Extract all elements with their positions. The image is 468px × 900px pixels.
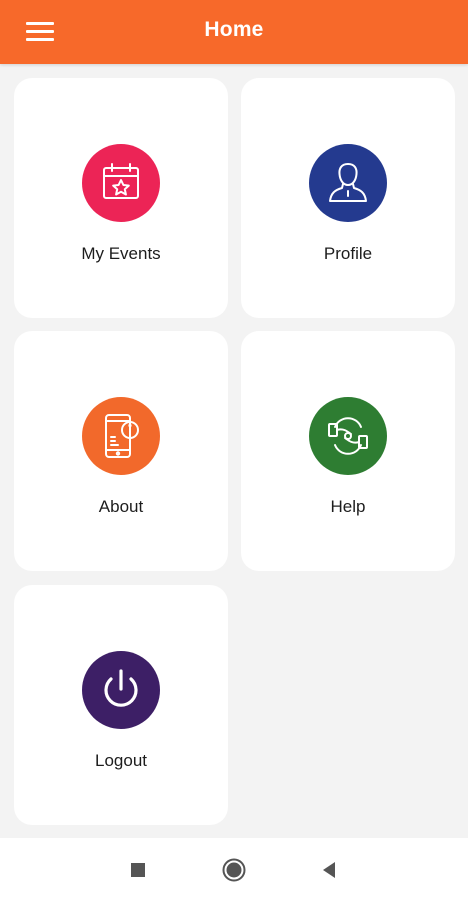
tile-help[interactable]: Help (241, 331, 455, 571)
calendar-star-icon (82, 144, 160, 222)
tile-label: Logout (95, 751, 147, 770)
tile-label: My Events (81, 244, 161, 263)
square-recents-icon[interactable] (124, 856, 152, 884)
tile-label: About (98, 497, 144, 516)
app-root: Home My Events Profile About Help Logout (0, 0, 468, 900)
tile-logout[interactable]: Logout (14, 585, 228, 825)
tile-about[interactable]: About (14, 331, 228, 571)
phone-info-icon (82, 397, 160, 475)
tile-profile[interactable]: Profile (241, 78, 455, 318)
top-app-bar: Home (0, 0, 468, 64)
tile-my-events[interactable]: My Events (14, 78, 228, 318)
triangle-back-icon[interactable] (315, 856, 343, 884)
page-title: Home (204, 18, 264, 41)
tile-label: Help (330, 497, 366, 516)
power-icon (82, 651, 160, 729)
circle-home-icon[interactable] (220, 856, 248, 884)
system-navigation-bar (0, 838, 468, 900)
tile-label: Profile (323, 244, 373, 263)
user-profile-icon (309, 144, 387, 222)
helping-hands-icon (309, 397, 387, 475)
